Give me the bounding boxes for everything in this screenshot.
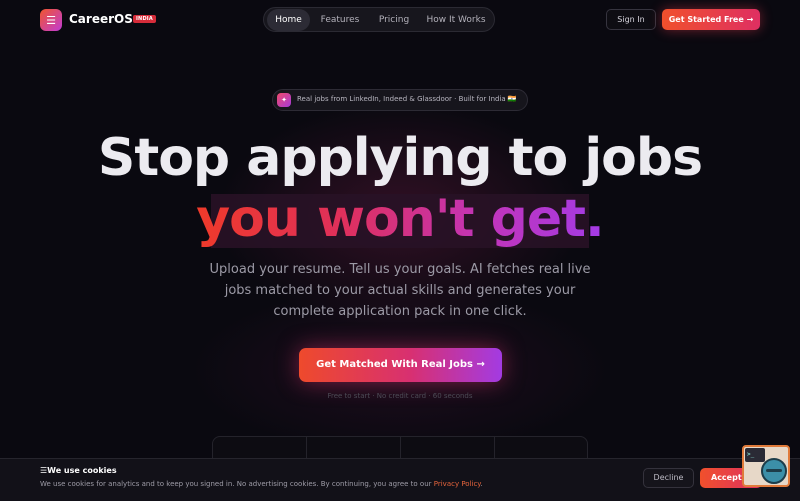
cookie-body: We use cookies for analytics and to keep… [40,480,434,488]
nav-link-features[interactable]: Features [315,9,365,31]
background-glow [0,0,800,500]
decline-button[interactable]: Decline [643,468,694,488]
robot-avatar-icon[interactable] [761,458,787,484]
get-matched-button[interactable]: Get Matched With Real Jobs → [299,348,502,382]
nav-link-how-it-works[interactable]: How It Works [423,9,489,31]
cookie-body-end: . [480,480,483,488]
nav-link-pricing[interactable]: Pricing [371,9,417,31]
privacy-policy-link[interactable]: Privacy Policy [434,480,481,488]
logo-icon[interactable]: ☰ [40,9,62,31]
fine-print: Free to start · No credit card · 60 seco… [327,392,473,400]
terminal-icon: >_ [745,448,765,462]
announcement-text: Real jobs from LinkedIn, Indeed & Glassd… [297,95,517,103]
list-icon: ☰ [46,13,56,27]
headline-line-1: Stop applying to jobs [97,128,703,188]
headline-line-2-wrap: you won't get. [0,188,800,250]
india-badge: INDIA [133,15,156,23]
hero-subtitle: Upload your resume. Tell us your goals. … [209,262,591,319]
brand-name[interactable]: CareerOS [69,12,133,26]
cookie-title: ☰We use cookies [40,466,117,475]
nav-link-home[interactable]: Home [267,9,310,31]
cookie-title-text: We use cookies [47,466,117,475]
announcement-pill[interactable]: ✦ Real jobs from LinkedIn, Indeed & Glas… [272,89,528,111]
sparkle-icon: ✦ [277,93,291,107]
sign-in-button[interactable]: Sign In [606,9,656,30]
cookie-text: We use cookies for analytics and to keep… [40,480,483,488]
headline-line-2: you won't get. [196,189,605,249]
get-started-button[interactable]: Get Started Free → [662,9,760,30]
